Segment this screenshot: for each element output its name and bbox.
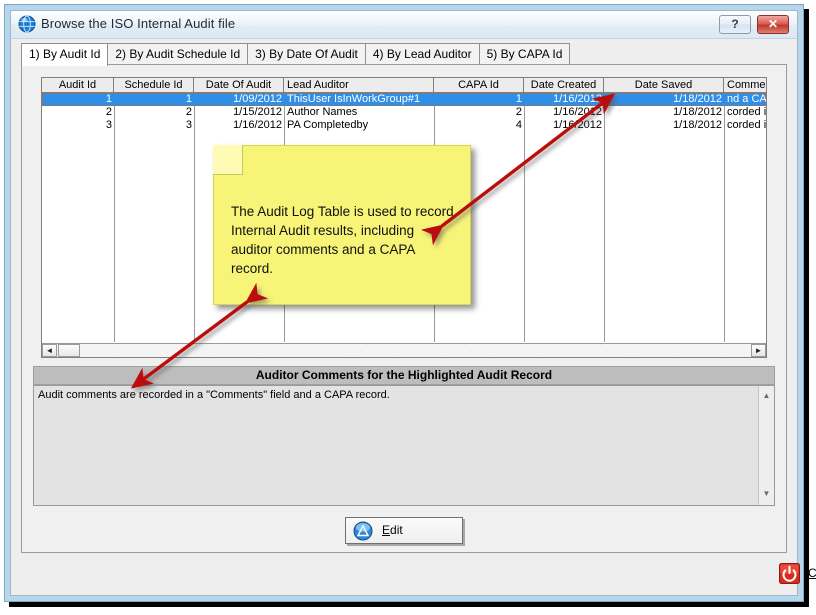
tab-strip: 1) By Audit Id 2) By Audit Schedule Id 3) …	[21, 43, 787, 66]
grid-horizontal-scrollbar[interactable]: ◄ ►	[42, 343, 766, 357]
auditor-comments-memo[interactable]: Audit comments are recorded in a "Commen…	[33, 385, 775, 506]
column-header-1[interactable]: Audit Id	[42, 78, 114, 92]
tab-2[interactable]: 2) By Audit Schedule Id	[107, 43, 249, 65]
scroll-right-button[interactable]: ►	[751, 344, 766, 357]
column-header-7[interactable]: Date Saved	[604, 78, 724, 92]
power-icon	[779, 563, 800, 584]
table-cell: Author Names	[287, 106, 358, 118]
table-cell: 1/16/2012	[553, 119, 602, 131]
grid-header-row: Audit Id Schedule Id Date Of Audit Lead Aud…	[42, 78, 766, 93]
annotation-sticky-note: The Audit Log Table is used to record In…	[213, 145, 471, 305]
horizontal-scroll-thumb[interactable]	[58, 344, 80, 357]
column-header-6[interactable]: Date Created	[524, 78, 604, 92]
table-cell: 1	[185, 93, 192, 105]
table-cell: 1/18/2012	[673, 106, 722, 118]
column-header-3[interactable]: Date Of Audit	[194, 78, 284, 92]
table-cell: 2	[515, 106, 522, 118]
tab-3[interactable]: 3) By Date Of Audit	[247, 43, 366, 65]
edit-accel: E	[382, 523, 391, 537]
title-bar: Browse the ISO Internal Audit file ? ✕	[11, 11, 797, 39]
table-cell: 4	[515, 119, 522, 131]
sticky-note-text: The Audit Log Table is used to record In…	[231, 204, 454, 276]
help-button[interactable]: ?	[719, 15, 751, 34]
column-header-8[interactable]: Comments	[724, 78, 766, 92]
column-header-4[interactable]: Lead Auditor	[284, 78, 434, 92]
memo-header: Auditor Comments for the Highlighted Aud…	[33, 366, 775, 385]
table-cell: 3	[185, 119, 192, 131]
table-cell: 1/09/2012	[233, 93, 282, 105]
table-cell: corded in CAPA #4	[727, 119, 767, 131]
close-window-button[interactable]: ✕	[757, 15, 789, 34]
close-button-label: Close	[808, 566, 816, 580]
table-cell: nd a CAPA record.	[727, 93, 767, 105]
edit-button-label: Edit	[382, 523, 403, 537]
tab-4[interactable]: 4) By Lead Auditor	[364, 43, 480, 65]
table-cell: 3	[105, 119, 112, 131]
column-header-2[interactable]: Schedule Id	[114, 78, 194, 92]
table-cell: 1/18/2012	[673, 119, 722, 131]
table-cell: 1/15/2012	[233, 106, 282, 118]
table-cell: 1	[515, 93, 522, 105]
table-cell: PA Completedby	[287, 119, 369, 131]
table-cell: ThisUser IsInWorkGroup#1	[287, 93, 421, 105]
table-cell: 1/16/2012	[553, 93, 602, 105]
sticky-note-folded-corner	[213, 145, 243, 175]
tab-1[interactable]: 1) By Audit Id	[21, 43, 109, 66]
globe-icon	[18, 15, 36, 33]
table-cell: 2	[185, 106, 192, 118]
scroll-down-button[interactable]: ▼	[760, 488, 773, 501]
table-cell: 2	[105, 106, 112, 118]
table-cell: corded in CAPA #2	[727, 106, 767, 118]
window-title: Browse the ISO Internal Audit file	[41, 16, 236, 31]
table-row[interactable]: 2 2 1/15/2012 Author Names 2 1/16/2012 1/18/20…	[42, 106, 766, 119]
desktop-background: Browse the ISO Internal Audit file ? ✕ 1…	[0, 0, 816, 615]
edit-button[interactable]: Edit	[345, 517, 463, 544]
table-row[interactable]: 3 3 1/16/2012 PA Completedby 4 1/16/2012 1/18/…	[42, 119, 766, 132]
scroll-up-button[interactable]: ▲	[760, 390, 773, 403]
tab-5[interactable]: 5) By CAPA Id	[478, 43, 571, 65]
table-row[interactable]: 1 1 1/09/2012 ThisUser IsInWorkGroup#1 1 1/16…	[42, 93, 766, 106]
close-accel: C	[808, 566, 816, 580]
table-cell: 1/16/2012	[553, 106, 602, 118]
content-panel: Audit Id Schedule Id Date Of Audit Lead Aud…	[21, 64, 787, 553]
scroll-left-button[interactable]: ◄	[42, 344, 57, 357]
column-header-5[interactable]: CAPA Id	[434, 78, 524, 92]
triangle-circle-icon	[353, 521, 373, 541]
table-cell: 1/16/2012	[233, 119, 282, 131]
memo-text: Audit comments are recorded in a "Commen…	[38, 389, 390, 401]
edit-rest: dit	[390, 523, 403, 537]
table-cell: 1/18/2012	[673, 93, 722, 105]
memo-vertical-scrollbar[interactable]: ▲ ▼	[758, 386, 774, 505]
table-cell: 1	[105, 93, 112, 105]
